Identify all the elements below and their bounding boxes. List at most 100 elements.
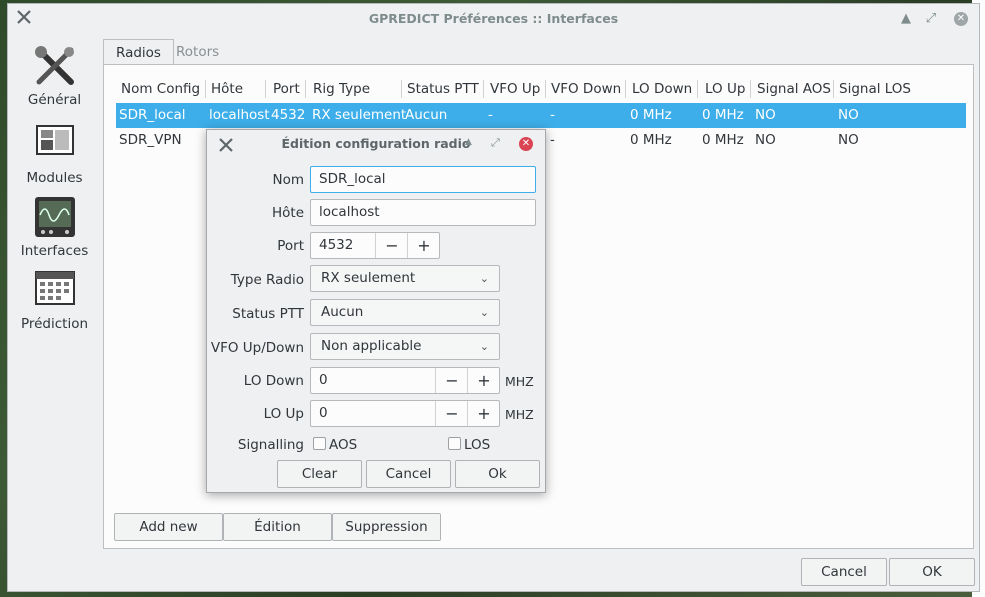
minimize-icon[interactable]: ▲ <box>465 137 472 147</box>
column-separator <box>401 80 402 98</box>
lo-up-stepper[interactable]: 0 − + <box>310 400 500 427</box>
window-title: GPREDICT Préférences :: Interfaces <box>368 11 619 26</box>
sidebar-item-prediction[interactable]: Prédiction <box>8 268 101 332</box>
column-header-name[interactable]: Nom Config <box>121 81 200 97</box>
window-close-button[interactable]: ✕ <box>954 12 968 26</box>
column-header-lo-up[interactable]: LO Up <box>705 81 745 97</box>
vfo-label: VFO Up/Down <box>210 340 304 356</box>
radio-type-label: Type Radio <box>230 272 304 288</box>
cell-port: 4532 <box>271 107 306 123</box>
lo-down-unit: MHZ <box>505 374 534 389</box>
minus-icon[interactable]: − <box>375 233 408 258</box>
cell-los: NO <box>838 107 859 123</box>
edit-radio-button[interactable]: Édition <box>223 513 332 541</box>
lo-up-label: LO Up <box>263 406 304 422</box>
column-header-signal-aos[interactable]: Signal AOS <box>757 81 831 97</box>
maximize-icon[interactable]: ⤢ <box>921 9 941 29</box>
column-separator <box>545 80 546 98</box>
tools-icon <box>33 44 77 88</box>
window-titlebar[interactable]: GPREDICT Préférences :: Interfaces ▲ ⤢ ✕ <box>8 4 979 34</box>
sidebar: Général Modules Interfaces Prédiction <box>8 34 101 364</box>
minus-icon[interactable]: − <box>435 368 468 393</box>
los-checkbox[interactable] <box>448 437 461 450</box>
cell-aos: NO <box>755 132 776 148</box>
vfo-value: Non applicable <box>321 338 422 354</box>
lo-down-value: 0 <box>319 372 328 388</box>
dialog-cancel-button[interactable]: Cancel <box>366 460 451 488</box>
column-header-signal-los[interactable]: Signal LOS <box>839 81 911 97</box>
cell-lo-up: 0 MHz <box>702 107 744 123</box>
port-stepper[interactable]: 4532 − + <box>310 232 440 259</box>
add-radio-button[interactable]: Add new <box>114 513 223 541</box>
column-separator <box>697 80 698 98</box>
lo-down-label: LO Down <box>243 373 304 389</box>
signalling-label: Signalling <box>237 437 304 453</box>
radio-type-select[interactable]: RX seulement ⌄ <box>310 265 500 292</box>
port-value: 4532 <box>319 237 354 253</box>
plus-icon[interactable]: + <box>407 233 440 258</box>
plus-icon[interactable]: + <box>467 401 500 426</box>
table-header: Nom Config Hôte Port Rig Type Status PTT… <box>116 75 966 103</box>
delete-radio-button[interactable]: Suppression <box>332 513 441 541</box>
maximize-icon[interactable]: ⤢ <box>491 136 500 150</box>
clear-button[interactable]: Clear <box>277 460 362 488</box>
sidebar-item-interfaces[interactable]: Interfaces <box>8 195 101 259</box>
column-header-host[interactable]: Hôte <box>211 81 243 97</box>
cell-name: SDR_local <box>119 107 186 123</box>
column-separator <box>833 80 834 98</box>
chevron-down-icon: ⌄ <box>479 340 489 353</box>
cell-rig-type: RX seulement <box>312 107 407 123</box>
aos-checkbox[interactable] <box>313 437 326 450</box>
window-ok-button[interactable]: OK <box>889 558 975 586</box>
port-label: Port <box>277 238 304 254</box>
sidebar-item-label: Prédiction <box>20 316 89 332</box>
radio-type-value: RX seulement <box>321 270 416 286</box>
sidebar-item-general[interactable]: Général <box>8 44 101 108</box>
column-separator <box>305 80 306 98</box>
sidebar-item-label: Modules <box>26 170 83 186</box>
edit-radio-dialog: Édition configuration radio ▲ ⤢ ✕ Nom SD… <box>206 129 546 493</box>
column-header-ptt[interactable]: Status PTT <box>407 81 479 97</box>
column-header-vfo-up[interactable]: VFO Up <box>490 81 540 97</box>
calendar-icon <box>33 268 77 312</box>
window-cancel-button[interactable]: Cancel <box>801 558 887 586</box>
lo-up-value: 0 <box>319 405 328 421</box>
cell-lo-down: 0 MHz <box>630 132 672 148</box>
cell-lo-up: 0 MHz <box>702 132 744 148</box>
column-separator <box>205 80 206 98</box>
minus-icon[interactable]: − <box>435 401 468 426</box>
ptt-value: Aucun <box>321 304 364 320</box>
tab-rotors[interactable]: Rotors <box>164 39 231 65</box>
cell-los: NO <box>838 132 859 148</box>
aos-label: AOS <box>329 437 358 453</box>
modules-icon <box>33 122 77 166</box>
los-label: LOS <box>464 437 491 453</box>
host-field[interactable]: localhost <box>310 199 536 226</box>
lo-down-stepper[interactable]: 0 − + <box>310 367 500 394</box>
table-row[interactable]: SDR_local localhost 4532 RX seulement Au… <box>116 103 966 128</box>
column-separator <box>750 80 751 98</box>
column-header-vfo-down[interactable]: VFO Down <box>551 81 621 97</box>
sidebar-item-modules[interactable]: Modules <box>8 122 101 186</box>
cell-vfo-down: - <box>550 132 555 148</box>
host-label: Hôte <box>271 205 304 221</box>
column-separator <box>483 80 484 98</box>
chevron-down-icon: ⌄ <box>479 306 489 319</box>
ptt-select[interactable]: Aucun ⌄ <box>310 299 500 326</box>
name-field[interactable]: SDR_local <box>310 166 536 193</box>
cell-aos: NO <box>755 107 776 123</box>
dialog-ok-button[interactable]: Ok <box>455 460 540 488</box>
lo-up-unit: MHZ <box>505 407 534 422</box>
column-header-rig-type[interactable]: Rig Type <box>313 81 370 97</box>
plus-icon[interactable]: + <box>467 368 500 393</box>
cell-host: localhost <box>209 107 270 123</box>
dialog-close-button[interactable]: ✕ <box>519 137 533 151</box>
sidebar-item-label: Général <box>27 92 82 108</box>
cell-ptt: Aucun <box>405 107 448 123</box>
column-header-port[interactable]: Port <box>273 81 300 97</box>
ptt-label: Status PTT <box>232 306 304 322</box>
column-header-lo-down[interactable]: LO Down <box>632 81 692 97</box>
vfo-select[interactable]: Non applicable ⌄ <box>310 333 500 360</box>
minimize-icon[interactable]: ▲ <box>896 9 916 29</box>
cell-lo-down: 0 MHz <box>630 107 672 123</box>
